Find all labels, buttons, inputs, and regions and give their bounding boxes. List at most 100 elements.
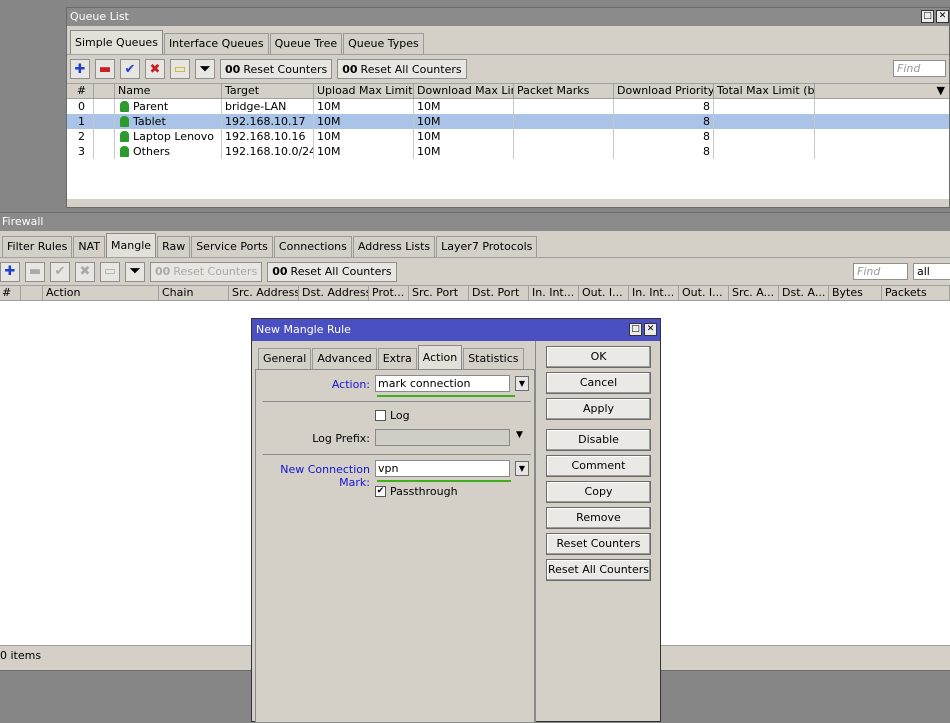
disable-icon[interactable]: ✖ [145,59,165,79]
row-total [714,114,815,129]
col-packets[interactable]: Packets [882,286,950,300]
apply-button[interactable]: Apply [546,398,651,420]
comment-icon[interactable]: ▭ [170,59,190,79]
tab-nat[interactable]: NAT [73,236,106,257]
col-dst-port[interactable]: Dst. Port [469,286,529,300]
col-num[interactable]: # [0,286,21,300]
tab-filter-rules[interactable]: Filter Rules [2,236,73,257]
connection-mark-dropdown-icon[interactable]: ▼ [515,461,529,476]
table-row[interactable]: 1 Tablet 192.168.10.17 10M 10M 8 [67,114,949,129]
tab-queue-tree[interactable]: Queue Tree [269,33,343,54]
col-dst-address[interactable]: Dst. Address [299,286,369,300]
row-marks [514,99,614,114]
maximize-icon[interactable]: □ [921,10,934,23]
action-dropdown-icon[interactable]: ▼ [515,376,529,391]
row-download: 10M [414,129,514,144]
row-download: 10M [414,99,514,114]
col-total-max[interactable]: Total Max Limit (b... [714,84,815,98]
tab-advanced[interactable]: Advanced [312,348,377,369]
ok-button[interactable]: OK [546,346,651,368]
tab-address-lists[interactable]: Address Lists [352,236,436,257]
disable-button[interactable]: Disable [546,429,651,451]
reset-counters-button[interactable]: 00 Reset Counters [150,261,263,282]
remove-icon[interactable]: ▬ [95,59,115,79]
new-connection-mark-input[interactable]: vpn [375,460,510,477]
table-row[interactable]: 2 Laptop Lenovo 192.168.10.16 10M 10M 8 [67,129,949,144]
log-prefix-dropdown-icon[interactable]: ▼ [516,430,523,440]
tab-statistics[interactable]: Statistics [463,348,524,369]
tab-service-ports[interactable]: Service Ports [191,236,273,257]
col-src-address[interactable]: Src. Address [229,286,299,300]
remove-button[interactable]: Remove [546,507,651,529]
col-out-interface[interactable]: Out. I... [579,286,629,300]
table-row[interactable]: 0 Parent bridge-LAN 10M 10M 8 [67,99,949,114]
queue-find-input[interactable]: Find [893,60,946,77]
col-src-address-list[interactable]: Src. A... [729,286,779,300]
dialog-titlebar[interactable]: New Mangle Rule □ ✕ [252,319,660,341]
tab-interface-queues[interactable]: Interface Queues [163,33,269,54]
firewall-filter-select[interactable]: all [913,263,950,280]
passthrough-checkbox[interactable]: ✔ [375,486,386,497]
tab-extra[interactable]: Extra [377,348,417,369]
disable-icon[interactable]: ✖ [75,261,95,282]
action-select[interactable]: mark connection [375,375,510,392]
col-out-interface-list[interactable]: Out. I... [679,286,729,300]
tab-queue-types[interactable]: Queue Types [343,33,424,54]
reset-all-counters-button[interactable]: 00 Reset All Counters [337,59,467,79]
row-name: Tablet [133,115,166,128]
reset-counters-button[interactable]: 00 Reset Counters [220,59,333,79]
tab-general[interactable]: General [258,348,312,369]
add-icon[interactable]: ✚ [0,261,20,282]
col-action[interactable]: Action [43,286,159,300]
tab-connections[interactable]: Connections [273,236,352,257]
col-target[interactable]: Target [222,84,314,98]
copy-button[interactable]: Copy [546,481,651,503]
col-chain[interactable]: Chain [159,286,229,300]
reset-counters-button[interactable]: Reset Counters [546,533,651,555]
col-protocol[interactable]: Prot... [369,286,409,300]
firewall-find-input[interactable]: Find [853,263,908,280]
tab-raw[interactable]: Raw [157,236,191,257]
col-name[interactable]: Name [115,84,222,98]
firewall-titlebar[interactable]: Firewall [0,213,950,231]
filter-icon[interactable]: ⏷ [195,59,215,79]
comment-icon[interactable]: ▭ [100,261,120,282]
add-icon[interactable]: ✚ [70,59,90,79]
col-in-interface-list[interactable]: In. Int... [629,286,679,300]
log-checkbox[interactable] [375,410,386,421]
col-src-port[interactable]: Src. Port [409,286,469,300]
col-in-interface[interactable]: In. Int... [529,286,579,300]
log-prefix-input[interactable] [375,429,510,446]
filter-icon[interactable]: ⏷ [125,261,145,282]
col-bytes[interactable]: Bytes [829,286,882,300]
enable-icon[interactable]: ✔ [120,59,140,79]
col-upload-max[interactable]: Upload Max Limit [314,84,414,98]
col-dst-address-list[interactable]: Dst. A... [779,286,829,300]
col-download-max[interactable]: Download Max Limit [414,84,514,98]
cancel-button[interactable]: Cancel [546,372,651,394]
tab-simple-queues[interactable]: Simple Queues [70,30,163,54]
maximize-icon[interactable]: □ [629,323,642,336]
col-flag[interactable] [94,84,115,98]
comment-button[interactable]: Comment [546,455,651,477]
counter-icon: 00 [225,62,241,76]
col-num[interactable]: # [67,84,94,98]
close-icon[interactable]: ✕ [644,323,657,336]
tab-layer7-protocols[interactable]: Layer7 Protocols [436,236,538,257]
queue-icon [120,116,129,127]
remove-icon[interactable]: ▬ [25,261,45,282]
reset-all-counters-button[interactable]: 00 Reset All Counters [267,261,397,282]
reset-all-counters-button[interactable]: Reset All Counters [546,559,651,581]
col-flag[interactable] [21,286,43,300]
col-download-priority[interactable]: Download Priority [614,84,714,98]
close-icon[interactable]: ✕ [936,10,949,23]
enable-icon[interactable]: ✔ [50,261,70,282]
tab-mangle[interactable]: Mangle [106,233,157,257]
column-menu-icon[interactable]: ▼ [815,84,949,98]
col-packet-marks[interactable]: Packet Marks [514,84,614,98]
queue-list-titlebar[interactable]: Queue List □ ✕ [67,8,949,26]
tab-action[interactable]: Action [417,345,463,369]
dialog-title: New Mangle Rule [256,323,351,336]
row-priority: 8 [614,144,714,159]
table-row[interactable]: 3 Others 192.168.10.0/24 10M 10M 8 [67,144,949,159]
